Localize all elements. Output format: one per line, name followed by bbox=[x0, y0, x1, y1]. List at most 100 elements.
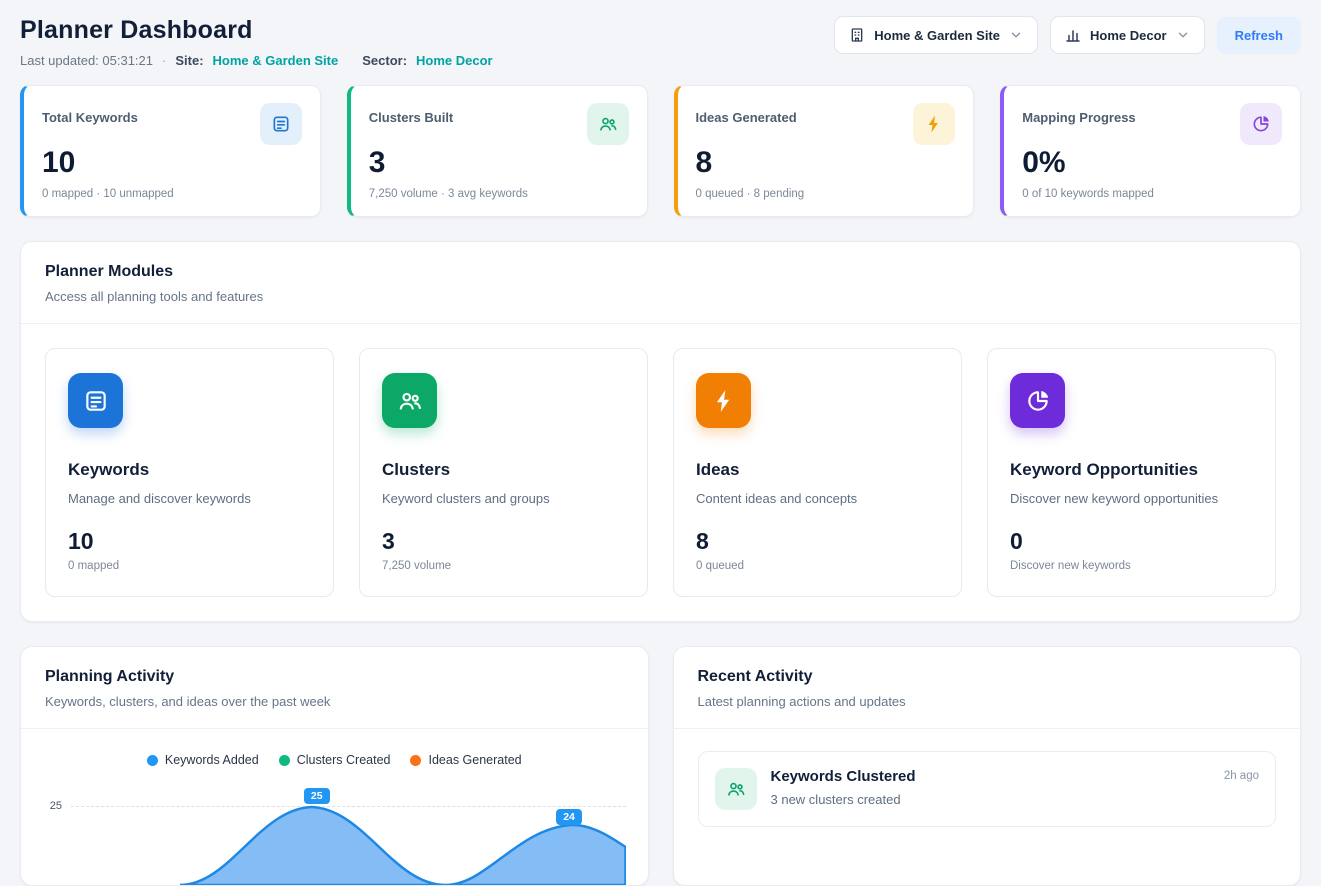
planner-dashboard-page: Planner Dashboard Last updated: 05:31:21… bbox=[0, 0, 1321, 886]
recent-activity-header: Recent Activity Latest planning actions … bbox=[674, 647, 1301, 729]
stat-card-clusters-built: Clusters Built 3 7,250 volume · 3 avg ke… bbox=[347, 85, 648, 217]
keywords-added-area-series bbox=[71, 785, 626, 885]
chart-plot-area: 25 24 bbox=[71, 785, 626, 885]
module-subtext: 0 mapped bbox=[68, 560, 311, 572]
header-controls: Home & Garden Site Home Decor Refresh bbox=[834, 16, 1301, 54]
page-title: Planner Dashboard bbox=[20, 16, 493, 45]
section-subtitle: Keywords, clusters, and ideas over the p… bbox=[45, 694, 624, 709]
module-description: Keyword clusters and groups bbox=[382, 491, 625, 506]
legend-item-ideas-generated: Ideas Generated bbox=[410, 753, 521, 767]
stat-card-mapping-progress: Mapping Progress 0% 0 of 10 keywords map… bbox=[1000, 85, 1301, 217]
module-value: 10 bbox=[68, 528, 311, 555]
site-selector-dropdown[interactable]: Home & Garden Site bbox=[834, 16, 1038, 54]
stat-subtext: 0 of 10 keywords mapped bbox=[1022, 188, 1282, 200]
module-card-clusters[interactable]: Clusters Keyword clusters and groups 3 7… bbox=[359, 348, 648, 597]
stat-card-ideas-generated: Ideas Generated 8 0 queued · 8 pending bbox=[674, 85, 975, 217]
legend-label: Clusters Created bbox=[297, 753, 391, 767]
stat-value: 3 bbox=[369, 146, 629, 180]
refresh-button[interactable]: Refresh bbox=[1217, 17, 1301, 54]
last-updated-text: Last updated: 05:31:21 bbox=[20, 53, 153, 68]
stat-label: Mapping Progress bbox=[1022, 103, 1135, 125]
people-group-icon bbox=[382, 373, 437, 428]
building-icon bbox=[849, 27, 865, 43]
pie-chart-icon bbox=[1240, 103, 1282, 145]
page-header: Planner Dashboard Last updated: 05:31:21… bbox=[20, 16, 1301, 68]
modules-grid: Keywords Manage and discover keywords 10… bbox=[45, 348, 1276, 597]
sector-link[interactable]: Home Decor bbox=[416, 53, 493, 68]
stat-value: 10 bbox=[42, 146, 302, 180]
activity-item-description: 3 new clusters created bbox=[771, 792, 916, 807]
header-left: Planner Dashboard Last updated: 05:31:21… bbox=[20, 16, 493, 68]
legend-label: Ideas Generated bbox=[428, 753, 521, 767]
module-value: 3 bbox=[382, 528, 625, 555]
planning-activity-header: Planning Activity Keywords, clusters, an… bbox=[21, 647, 648, 729]
module-title: Ideas bbox=[696, 460, 939, 480]
document-lines-icon bbox=[260, 103, 302, 145]
site-label: Site: bbox=[175, 53, 203, 68]
lightning-icon bbox=[913, 103, 955, 145]
people-group-icon bbox=[715, 768, 757, 810]
site-selector-value: Home & Garden Site bbox=[874, 28, 1000, 43]
site-link[interactable]: Home & Garden Site bbox=[213, 53, 339, 68]
module-title: Keyword Opportunities bbox=[1010, 460, 1253, 480]
recent-activity-panel: Recent Activity Latest planning actions … bbox=[673, 646, 1302, 886]
section-subtitle: Access all planning tools and features bbox=[45, 289, 1276, 304]
sector-selector-dropdown[interactable]: Home Decor bbox=[1050, 16, 1205, 54]
stat-label: Total Keywords bbox=[42, 103, 138, 125]
legend-dot-blue bbox=[147, 755, 158, 766]
section-title: Planning Activity bbox=[45, 668, 624, 686]
stat-value: 8 bbox=[696, 146, 956, 180]
module-title: Clusters bbox=[382, 460, 625, 480]
bar-chart-icon bbox=[1065, 27, 1081, 43]
chart-legend: Keywords Added Clusters Created Ideas Ge… bbox=[35, 753, 634, 767]
legend-dot-orange bbox=[410, 755, 421, 766]
stat-subtext: 0 queued · 8 pending bbox=[696, 188, 956, 200]
section-title: Recent Activity bbox=[698, 668, 1277, 686]
module-description: Discover new keyword opportunities bbox=[1010, 491, 1253, 506]
planning-activity-chart: 25 25 24 bbox=[35, 785, 634, 885]
sector-selector-value: Home Decor bbox=[1090, 28, 1167, 43]
chevron-down-icon bbox=[1176, 28, 1190, 42]
stat-value: 0% bbox=[1022, 146, 1282, 180]
header-meta: Last updated: 05:31:21 · Site: Home & Ga… bbox=[20, 53, 493, 68]
stats-row: Total Keywords 10 0 mapped · 10 unmapped… bbox=[20, 85, 1301, 217]
y-axis-tick: 25 bbox=[35, 785, 71, 885]
pie-chart-icon bbox=[1010, 373, 1065, 428]
stat-subtext: 0 mapped · 10 unmapped bbox=[42, 188, 302, 200]
module-subtext: 0 queued bbox=[696, 560, 939, 572]
activity-item-title: Keywords Clustered bbox=[771, 768, 916, 785]
activity-item-text: Keywords Clustered 3 new clusters create… bbox=[771, 768, 916, 807]
legend-item-clusters-created: Clusters Created bbox=[279, 753, 391, 767]
bottom-row: Planning Activity Keywords, clusters, an… bbox=[20, 646, 1301, 886]
lightning-icon bbox=[696, 373, 751, 428]
people-group-icon bbox=[587, 103, 629, 145]
section-subtitle: Latest planning actions and updates bbox=[698, 694, 1277, 709]
sector-label: Sector: bbox=[362, 53, 407, 68]
module-description: Content ideas and concepts bbox=[696, 491, 939, 506]
chevron-down-icon bbox=[1009, 28, 1023, 42]
module-card-keywords[interactable]: Keywords Manage and discover keywords 10… bbox=[45, 348, 334, 597]
module-card-ideas[interactable]: Ideas Content ideas and concepts 8 0 que… bbox=[673, 348, 962, 597]
legend-item-keywords-added: Keywords Added bbox=[147, 753, 259, 767]
planner-modules-header: Planner Modules Access all planning tool… bbox=[21, 242, 1300, 324]
module-value: 8 bbox=[696, 528, 939, 555]
stat-label: Ideas Generated bbox=[696, 103, 797, 125]
stat-label: Clusters Built bbox=[369, 103, 454, 125]
legend-label: Keywords Added bbox=[165, 753, 259, 767]
section-title: Planner Modules bbox=[45, 263, 1276, 281]
module-card-keyword-opportunities[interactable]: Keyword Opportunities Discover new keywo… bbox=[987, 348, 1276, 597]
document-lines-icon bbox=[68, 373, 123, 428]
stat-subtext: 7,250 volume · 3 avg keywords bbox=[369, 188, 629, 200]
module-subtext: Discover new keywords bbox=[1010, 560, 1253, 572]
module-title: Keywords bbox=[68, 460, 311, 480]
stat-card-total-keywords: Total Keywords 10 0 mapped · 10 unmapped bbox=[20, 85, 321, 217]
data-point-label: 24 bbox=[556, 809, 582, 825]
recent-activity-item[interactable]: Keywords Clustered 3 new clusters create… bbox=[698, 751, 1277, 827]
planning-activity-panel: Planning Activity Keywords, clusters, an… bbox=[20, 646, 649, 886]
data-point-label: 25 bbox=[304, 788, 330, 804]
legend-dot-green bbox=[279, 755, 290, 766]
activity-item-timestamp: 2h ago bbox=[1224, 768, 1259, 782]
module-value: 0 bbox=[1010, 528, 1253, 555]
meta-separator: · bbox=[162, 53, 166, 68]
module-description: Manage and discover keywords bbox=[68, 491, 311, 506]
